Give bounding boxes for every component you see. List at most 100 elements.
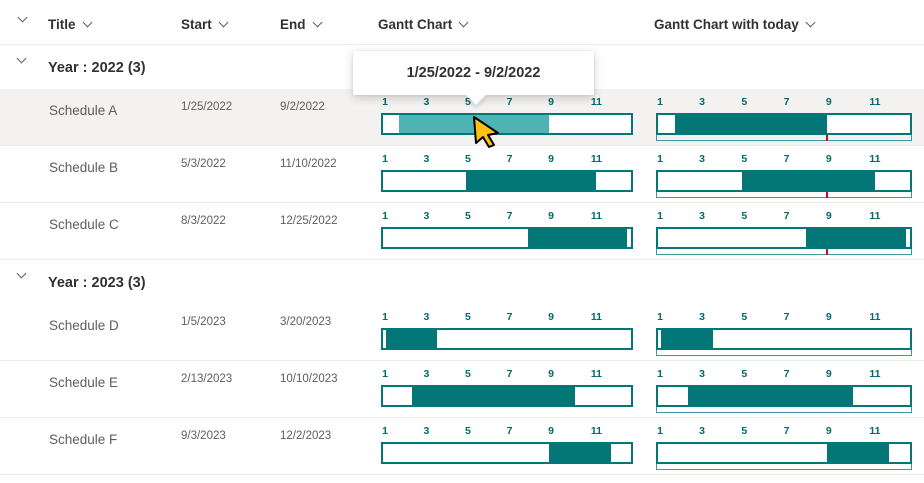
gantt-chart-today[interactable]: 1 3 5 7 9 11 — [656, 96, 912, 142]
row-title[interactable]: Schedule A — [49, 103, 117, 118]
gantt-bar-fill[interactable] — [687, 387, 853, 405]
month-tick-label: 3 — [423, 96, 430, 108]
gantt-bar-fill[interactable] — [412, 387, 575, 405]
month-tick-label: 3 — [699, 311, 705, 323]
column-header-gantt[interactable]: Gantt Chart — [378, 17, 469, 32]
month-tick-label: 3 — [423, 153, 430, 165]
gantt-chart[interactable]: 1 3 5 7 9 11 — [381, 96, 633, 142]
month-tick-label: 7 — [783, 368, 790, 380]
chevron-down-icon[interactable] — [16, 268, 27, 279]
gantt-chart-today[interactable]: 1 3 5 7 9 11 — [656, 153, 912, 199]
row-title[interactable]: Schedule C — [49, 217, 119, 232]
gantt-chart-today[interactable]: 1 3 5 7 9 11 — [656, 425, 912, 471]
today-baseline — [656, 192, 912, 198]
month-tick-label: 11 — [590, 425, 603, 437]
month-tick-label: 5 — [465, 210, 471, 222]
month-tick-label: 5 — [741, 368, 748, 380]
group-label: Year : 2022 (3) — [48, 60, 146, 76]
table-row[interactable]: Schedule F 9/3/2023 12/2/2023 1 3 5 7 9 11 1 3 5 7 9 1… — [0, 418, 924, 475]
gantt-bar-track — [381, 227, 633, 249]
column-header-end-label: End — [280, 17, 306, 32]
gantt-chart[interactable]: 1 3 5 7 9 11 — [381, 153, 633, 199]
today-baseline — [656, 407, 912, 413]
row-start-date: 2/13/2023 — [181, 373, 233, 385]
gantt-bar-fill[interactable] — [528, 229, 627, 247]
gantt-chart-today[interactable]: 1 3 5 7 9 11 — [656, 311, 912, 357]
table-row[interactable]: Schedule C 8/3/2022 12/25/2022 1 3 5 7 9 11 1 3 5 7 9… — [0, 203, 924, 260]
gantt-bar-track — [381, 113, 633, 135]
gantt-chart[interactable]: 1 3 5 7 9 11 — [381, 311, 633, 357]
row-title[interactable]: Schedule E — [49, 375, 118, 390]
gantt-chart[interactable]: 1 3 5 7 9 11 — [381, 425, 633, 471]
row-start-date: 5/3/2022 — [181, 158, 226, 170]
month-tick-label: 9 — [548, 311, 555, 323]
month-ticks: 1 3 5 7 9 11 — [381, 96, 633, 108]
month-ticks: 1 3 5 7 9 11 — [381, 153, 633, 165]
month-tick-label: 3 — [423, 368, 430, 380]
month-ticks: 1 3 5 7 9 11 — [656, 425, 912, 437]
month-tick-label: 7 — [783, 96, 790, 108]
month-tick-label: 5 — [465, 368, 471, 380]
today-baseline — [656, 350, 912, 356]
month-tick-label: 5 — [741, 425, 748, 437]
month-tick-label: 7 — [783, 210, 790, 222]
gantt-tooltip: 1/25/2022 - 9/2/2022 — [353, 51, 594, 105]
month-tick-label: 3 — [699, 153, 705, 165]
month-tick-label: 7 — [506, 210, 513, 222]
gantt-bar-fill[interactable] — [660, 330, 713, 348]
gantt-bar-track — [656, 385, 912, 407]
month-tick-label: 3 — [423, 210, 430, 222]
month-tick-label: 11 — [869, 210, 881, 222]
gantt-chart[interactable]: 1 3 5 7 9 11 — [381, 368, 633, 414]
today-baseline — [656, 135, 912, 141]
gantt-bar-fill[interactable] — [827, 444, 890, 462]
table-row[interactable]: Schedule E 2/13/2023 10/10/2023 1 3 5 7 9 11 1 3 5 7… — [0, 361, 924, 418]
column-header-start[interactable]: Start — [181, 17, 229, 32]
column-header-title[interactable]: Title — [48, 17, 92, 32]
gantt-bar-fill[interactable] — [549, 444, 611, 462]
today-baseline — [656, 464, 912, 470]
today-marker — [826, 249, 829, 255]
gantt-bar-fill[interactable] — [742, 172, 875, 190]
chevron-down-icon — [82, 17, 92, 28]
row-start-date: 8/3/2022 — [181, 215, 226, 227]
gantt-bar-track — [381, 385, 633, 407]
month-ticks: 1 3 5 7 9 11 — [381, 311, 633, 323]
column-header-start-label: Start — [181, 17, 212, 32]
column-header-end[interactable]: End — [280, 17, 322, 32]
table-row[interactable]: Schedule A 1/25/2022 9/2/2022 1 3 5 7 9 11 1 3 5 7 9 1… — [0, 89, 924, 146]
gantt-bar-fill[interactable] — [805, 229, 906, 247]
month-tick-label: 3 — [423, 311, 430, 323]
gantt-bar-track — [381, 442, 633, 464]
month-tick-label: 1 — [657, 96, 664, 108]
gantt-bar-fill[interactable] — [385, 330, 437, 348]
gantt-chart[interactable]: 1 3 5 7 9 11 — [381, 210, 633, 256]
month-tick-label: 5 — [465, 425, 471, 437]
month-tick-label: 3 — [699, 210, 705, 222]
row-title[interactable]: Schedule F — [49, 432, 117, 447]
month-tick-label: 1 — [382, 311, 388, 323]
month-tick-label: 9 — [548, 153, 555, 165]
gantt-bar-track — [656, 170, 912, 192]
gantt-bar-fill[interactable] — [465, 172, 597, 190]
month-tick-label: 11 — [590, 153, 603, 165]
gantt-bar-track — [656, 328, 912, 350]
group-label: Year : 2023 (3) — [48, 275, 146, 291]
table-row[interactable]: Schedule D 1/5/2023 3/20/2023 1 3 5 7 9 11 1 3 5 7 9 1… — [0, 304, 924, 361]
month-tick-label: 7 — [783, 153, 790, 165]
row-title[interactable]: Schedule B — [49, 160, 118, 175]
group-header[interactable]: Year : 2023 (3) — [0, 260, 924, 304]
gantt-chart-today[interactable]: 1 3 5 7 9 11 — [656, 210, 912, 256]
month-ticks: 1 3 5 7 9 11 — [381, 368, 633, 380]
tooltip-text: 1/25/2022 - 9/2/2022 — [406, 65, 541, 81]
gantt-chart-today[interactable]: 1 3 5 7 9 11 — [656, 368, 912, 414]
chevron-down-icon[interactable] — [16, 53, 27, 64]
list-header: Title Start End Gantt Chart Gantt Chart … — [0, 0, 924, 45]
collapse-all-chevron-icon[interactable] — [17, 12, 28, 23]
chevron-down-icon — [312, 17, 322, 28]
column-header-gantt-today[interactable]: Gantt Chart with today — [654, 17, 816, 32]
row-title[interactable]: Schedule D — [49, 318, 119, 333]
gantt-bar-track — [656, 227, 912, 249]
table-row[interactable]: Schedule B 5/3/2022 11/10/2022 1 3 5 7 9 11 1 3 5 7 9… — [0, 146, 924, 203]
gantt-bar-fill[interactable] — [674, 115, 827, 133]
